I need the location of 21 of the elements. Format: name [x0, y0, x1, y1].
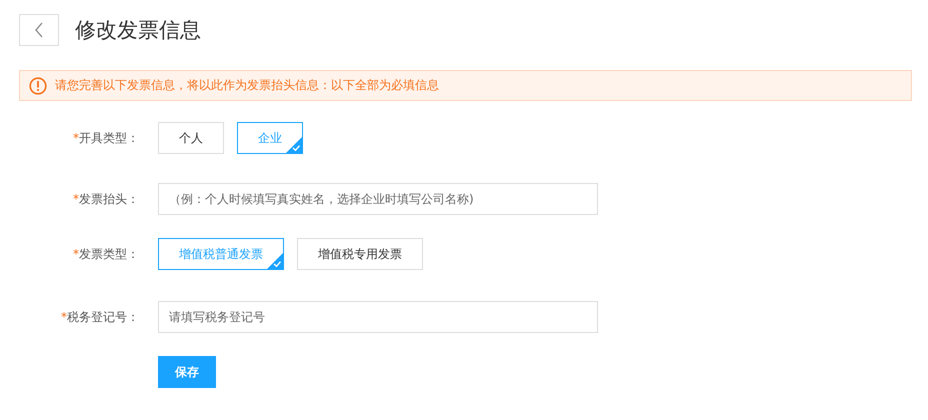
option-button[interactable]: 增值税普通发票	[158, 238, 284, 270]
back-button[interactable]	[19, 14, 59, 46]
required-mark: *	[73, 192, 79, 206]
required-mark: *	[73, 130, 79, 144]
field-label: 开具类型：	[79, 130, 139, 144]
required-mark: *	[61, 310, 67, 324]
field-label: 发票抬头：	[79, 192, 139, 206]
field-label: 发票类型：	[79, 246, 139, 260]
check-corner-icon	[267, 253, 283, 269]
save-button[interactable]: 保存	[158, 356, 216, 388]
input-field[interactable]: 请填写税务登记号	[158, 301, 598, 333]
input-field[interactable]: （例：个人时候填写真实姓名，选择企业时填写公司名称)	[158, 183, 598, 215]
page-title: 修改发票信息	[75, 16, 201, 44]
option-button[interactable]: 个人	[158, 122, 224, 154]
check-corner-icon	[286, 137, 302, 153]
field-label: 税务登记号：	[67, 310, 139, 324]
required-mark: *	[73, 246, 79, 260]
alert-message: 请您完善以下发票信息，将以此作为发票抬头信息：以下全部为必填信息	[55, 77, 439, 94]
option-button[interactable]: 企业	[237, 122, 303, 154]
warning-icon	[29, 76, 47, 94]
option-button[interactable]: 增值税专用发票	[297, 238, 423, 270]
